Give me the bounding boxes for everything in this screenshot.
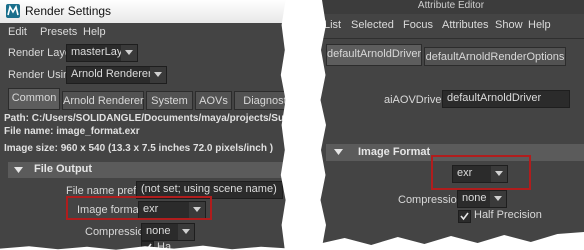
- tab-system[interactable]: System: [146, 91, 193, 110]
- menu-list[interactable]: List: [324, 19, 341, 31]
- half-precision-checkbox[interactable]: [458, 210, 471, 223]
- highlight-box: [431, 155, 531, 190]
- tab-arnold-renderer-label: Arnold Renderer: [63, 95, 144, 107]
- tab-common[interactable]: Common: [8, 88, 60, 110]
- window-title: Render Settings: [25, 4, 112, 18]
- window-titlebar: Attribute Editor: [318, 0, 584, 14]
- tab-system-label: System: [151, 95, 188, 107]
- tab-default-arnold-driver-label: defaultArnoldDriver: [327, 48, 422, 60]
- tab-bar: Common Arnold Renderer System AOVs Diagn…: [0, 88, 287, 110]
- menu-show[interactable]: Show: [495, 19, 523, 31]
- triangle-down-icon: [334, 149, 343, 155]
- menu-presets[interactable]: Presets: [40, 26, 77, 38]
- chevron-down-icon: [121, 45, 137, 61]
- render-layer-dropdown[interactable]: masterLayer: [66, 44, 138, 62]
- tab-common-label: Common: [11, 92, 57, 104]
- file-output-title: File Output: [34, 163, 93, 175]
- compression-value: none: [146, 225, 171, 237]
- triangle-down-icon: [14, 167, 23, 173]
- maya-app-icon: [6, 4, 20, 18]
- menu-selected[interactable]: Selected: [351, 19, 394, 31]
- window-title: Attribute Editor: [417, 0, 485, 11]
- attribute-editor-window: Attribute Editor List Selected Focus Att…: [318, 0, 584, 250]
- tab-default-arnold-render-options[interactable]: defaultArnoldRenderOptions: [424, 47, 566, 66]
- file-output-section-header[interactable]: File Output: [8, 162, 287, 178]
- aov-driver-value: defaultArnoldDriver: [447, 92, 542, 104]
- compression-dropdown[interactable]: none: [457, 190, 507, 208]
- compression-value: none: [462, 192, 487, 204]
- separator: [318, 38, 584, 39]
- aov-driver-label: aiAOVDriver:: [384, 94, 449, 106]
- chevron-down-icon: [150, 67, 166, 83]
- aov-driver-field[interactable]: defaultArnoldDriver: [442, 90, 570, 108]
- render-settings-window: Render Settings Edit Presets Help Render…: [0, 0, 287, 250]
- tab-default-arnold-driver[interactable]: defaultArnoldDriver: [326, 44, 422, 66]
- chevron-down-icon: [178, 224, 194, 240]
- menubar: List Selected Focus Attributes Show Help: [318, 14, 584, 36]
- chevron-down-icon: [490, 191, 506, 207]
- compression-dropdown[interactable]: none: [141, 223, 195, 241]
- file-name-text: File name: image_format.exr: [4, 126, 140, 137]
- path-text: Path: C:/Users/SOLIDANGLE/Documents/maya…: [4, 113, 287, 124]
- tab-aovs-label: AOVs: [199, 95, 228, 107]
- menubar: Edit Presets Help: [0, 23, 287, 41]
- tab-arnold-renderer[interactable]: Arnold Renderer: [62, 91, 144, 110]
- tab-diagnostics[interactable]: Diagnost: [234, 91, 287, 110]
- menu-attributes[interactable]: Attributes: [442, 19, 488, 31]
- highlight-box: [66, 196, 212, 220]
- menu-help[interactable]: Help: [83, 26, 106, 38]
- torn-edge: [318, 232, 584, 250]
- file-name-prefix-value: (not set; using scene name): [141, 183, 277, 195]
- menu-edit[interactable]: Edit: [8, 26, 27, 38]
- tab-default-arnold-render-options-label: defaultArnoldRenderOptions: [425, 51, 565, 63]
- image-size-text: Image size: 960 x 540 (13.3 x 7.5 inches…: [4, 143, 274, 154]
- tab-aovs[interactable]: AOVs: [195, 91, 232, 110]
- image-format-title: Image Format: [358, 146, 431, 158]
- window-titlebar: Render Settings: [0, 0, 287, 23]
- tab-diagnostics-label: Diagnost: [243, 95, 287, 107]
- render-using-dropdown[interactable]: Arnold Renderer: [66, 66, 167, 84]
- menu-help[interactable]: Help: [528, 19, 551, 31]
- half-precision-label: Half Precision: [474, 209, 542, 221]
- render-layer-label: Render Layer: [8, 47, 75, 59]
- checkmark-icon: [460, 212, 469, 221]
- compression-label: Compression: [398, 194, 463, 206]
- menu-focus[interactable]: Focus: [403, 19, 433, 31]
- render-using-value: Arnold Renderer: [71, 68, 152, 80]
